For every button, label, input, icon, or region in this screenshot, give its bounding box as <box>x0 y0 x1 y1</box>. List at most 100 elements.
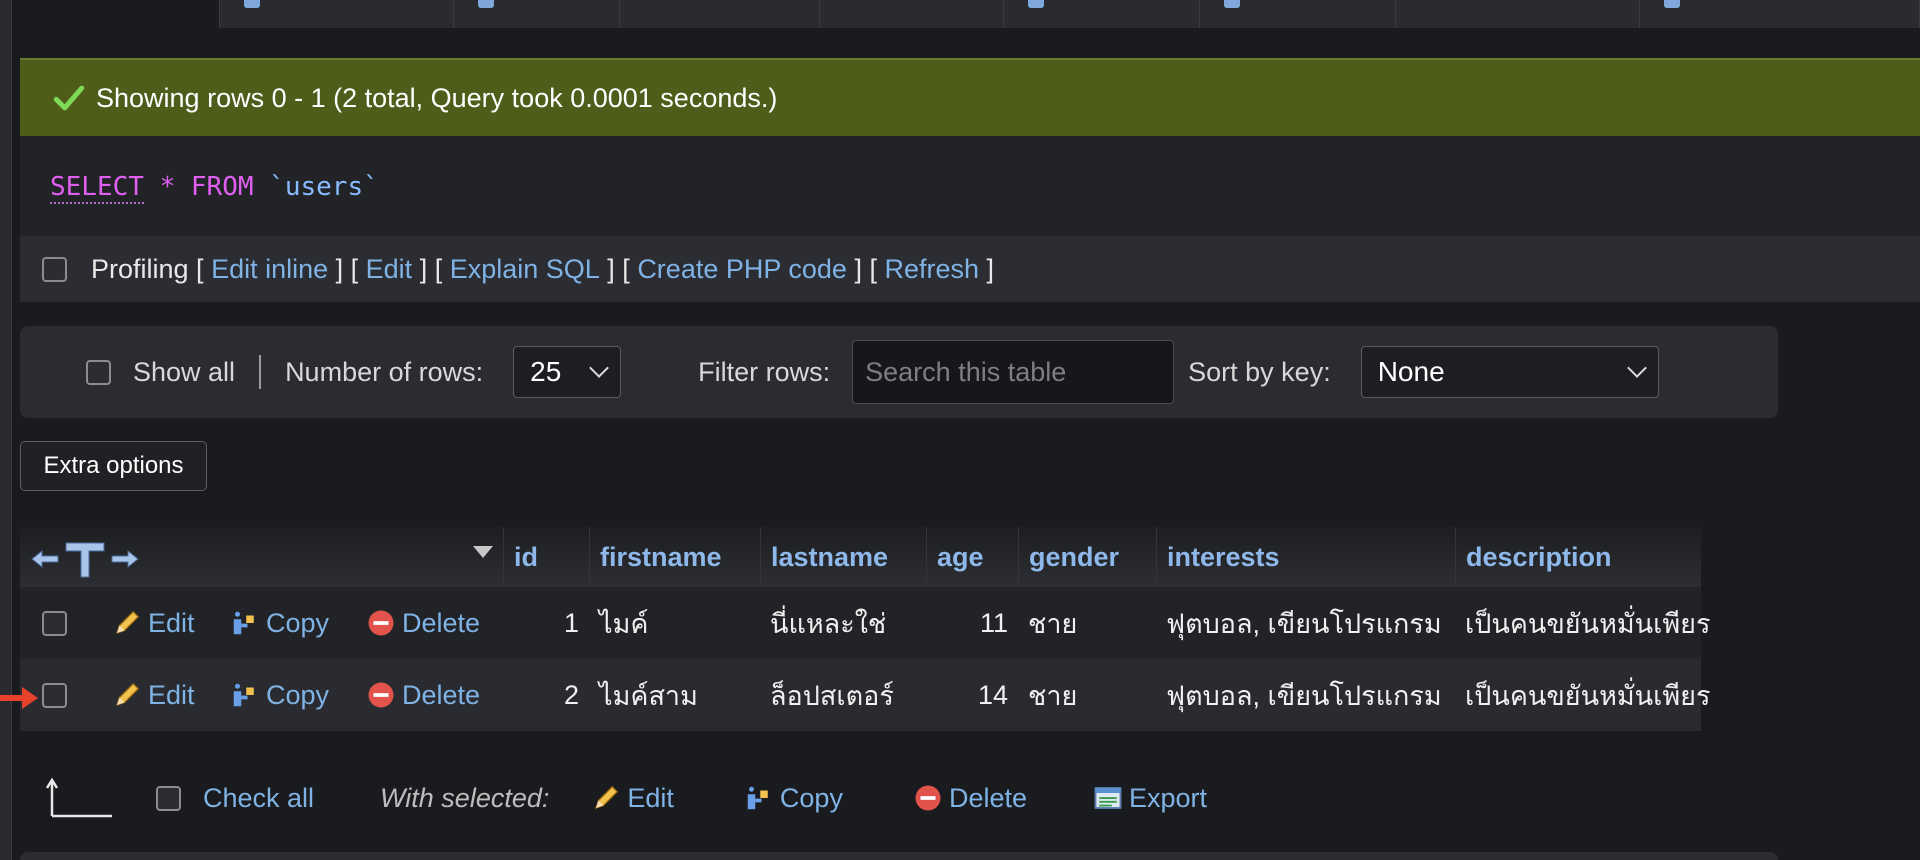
table-row: Edit Copy Delete 1 ไมค์ นี่แหละใช่ 11 ชา… <box>20 587 1710 659</box>
row-edit-action[interactable]: Edit <box>112 587 195 659</box>
tab-insert[interactable] <box>820 0 1004 28</box>
column-header-description[interactable]: description <box>1455 527 1701 587</box>
bulk-delete-label: Delete <box>948 782 1027 813</box>
sql-star: * <box>159 172 176 202</box>
edit-inline-link[interactable]: Edit inline <box>211 254 328 285</box>
refresh-link[interactable]: Refresh <box>884 254 979 285</box>
cell-id[interactable]: 2 <box>503 659 579 731</box>
extra-options-button[interactable]: Extra options <box>20 441 207 491</box>
show-all-checkbox[interactable] <box>86 359 111 385</box>
rows-per-page-select[interactable]: 25 <box>513 346 622 398</box>
delete-label: Delete <box>402 679 481 710</box>
cell-interests[interactable]: ฟุตบอล, เขียนโปรแกรม <box>1166 659 1442 731</box>
row-edit-action[interactable]: Edit <box>112 659 195 731</box>
bulk-actions-bar: Check all With selected: Edit Copy Delet… <box>20 770 1420 826</box>
sql-keyword-from: FROM <box>190 172 254 202</box>
bulk-copy-button[interactable]: Copy <box>744 770 843 826</box>
filter-rows-input[interactable] <box>852 340 1175 404</box>
bracket: ] [ <box>328 253 366 284</box>
tab-export[interactable] <box>1004 0 1200 28</box>
left-rail <box>0 0 12 860</box>
profiling-checkbox[interactable] <box>42 256 67 282</box>
query-success-message: Showing rows 0 - 1 (2 total, Query took … <box>20 58 1920 136</box>
status-message: Showing rows 0 - 1 (2 total, Query took … <box>96 82 778 113</box>
with-selected-label: With selected: <box>380 782 550 813</box>
column-header-age[interactable]: age <box>926 527 1018 587</box>
bracket: ] [ <box>412 253 450 284</box>
column-resize-icon[interactable] <box>30 537 140 579</box>
delete-label: Delete <box>402 607 481 638</box>
bulk-edit-label: Edit <box>627 782 674 813</box>
column-header-id[interactable]: id <box>503 527 589 587</box>
tab-privileges[interactable] <box>1396 0 1640 28</box>
edit-label: Edit <box>148 679 195 710</box>
delete-icon <box>915 785 941 811</box>
cell-description[interactable]: เป็นคนขยันหมั่นเพียร <box>1465 659 1710 731</box>
cell-firstname[interactable]: ไมค์ <box>599 587 648 659</box>
cell-gender[interactable]: ชาย <box>1028 659 1077 731</box>
bracket: ] [ <box>599 253 638 284</box>
bulk-export-button[interactable]: Export <box>1093 770 1207 826</box>
bracket: [ <box>188 253 212 284</box>
copy-label: Copy <box>266 607 330 638</box>
column-header-firstname[interactable]: firstname <box>589 527 760 587</box>
sort-by-key-select[interactable]: None <box>1360 346 1659 398</box>
cell-gender[interactable]: ชาย <box>1028 587 1077 659</box>
tab-icon <box>1664 0 1680 8</box>
cell-id[interactable]: 1 <box>503 587 579 659</box>
cell-firstname[interactable]: ไมค์สาม <box>599 659 698 731</box>
tab-search[interactable] <box>620 0 820 28</box>
column-header-gender[interactable]: gender <box>1018 527 1156 587</box>
cell-lastname[interactable]: ล็อปสเตอร์ <box>770 659 894 731</box>
column-header-interests[interactable]: interests <box>1156 527 1455 587</box>
tab-browse[interactable] <box>12 0 220 28</box>
results-table: id firstname lastname age gender interes… <box>20 527 1710 731</box>
pencil-icon <box>116 682 140 706</box>
explain-sql-link[interactable]: Explain SQL <box>450 254 600 285</box>
tab-sql[interactable] <box>454 0 620 28</box>
create-php-code-link[interactable]: Create PHP code <box>637 254 847 285</box>
cell-interests[interactable]: ฟุตบอล, เขียนโปรแกรม <box>1166 587 1442 659</box>
bracket: ] <box>979 253 995 284</box>
chevron-down-icon <box>589 358 610 378</box>
profiling-label: Profiling <box>91 253 189 284</box>
tab-structure[interactable] <box>220 0 454 28</box>
sql-query-display: SELECT * FROM `users` <box>20 136 1920 236</box>
sql-code: SELECT * FROM `users` <box>50 172 379 204</box>
profiling-bar: Profiling [ Edit inline ] [ Edit ] [ Exp… <box>20 236 1920 302</box>
edit-link[interactable]: Edit <box>366 254 413 285</box>
pencil-icon <box>595 785 619 809</box>
bulk-copy-label: Copy <box>779 782 843 813</box>
cell-age[interactable]: 11 <box>926 587 1008 659</box>
bulk-delete-button[interactable]: Delete <box>913 770 1027 826</box>
sql-keyword-select[interactable]: SELECT <box>50 172 144 204</box>
bulk-edit-button[interactable]: Edit <box>591 770 674 826</box>
row-delete-action[interactable]: Delete <box>366 659 480 731</box>
column-header-lastname[interactable]: lastname <box>760 527 926 587</box>
tab-import[interactable] <box>1200 0 1396 28</box>
check-icon <box>53 85 85 111</box>
show-all-label[interactable]: Show all <box>133 357 235 388</box>
row-copy-action[interactable]: Copy <box>230 587 329 659</box>
tab-icon <box>478 0 494 8</box>
sort-by-key-label: Sort by key: <box>1188 356 1331 387</box>
check-all-link[interactable]: Check all <box>203 783 314 814</box>
row-checkbox[interactable] <box>42 683 67 708</box>
sort-dropdown-icon[interactable] <box>472 545 494 559</box>
check-all-checkbox[interactable] <box>156 785 181 811</box>
export-icon <box>1094 787 1122 809</box>
bottom-panel-edge <box>20 852 1778 860</box>
row-copy-action[interactable]: Copy <box>230 659 329 731</box>
edit-label: Edit <box>148 607 195 638</box>
tab-operations[interactable] <box>1640 0 1920 28</box>
sort-by-key-value: None <box>1377 356 1445 387</box>
row-delete-action[interactable]: Delete <box>366 587 480 659</box>
table-row: Edit Copy Delete 2 ไมค์สาม ล็อปสเตอร์ 14… <box>20 659 1710 731</box>
sql-table-name: `users` <box>269 172 379 202</box>
rows-label: Number of rows: <box>285 356 484 387</box>
row-checkbox[interactable] <box>42 611 67 636</box>
tab-icon <box>1224 0 1240 8</box>
cell-description[interactable]: เป็นคนขยันหมั่นเพียร <box>1465 587 1710 659</box>
cell-lastname[interactable]: นี่แหละใช่ <box>770 587 886 659</box>
cell-age[interactable]: 14 <box>926 659 1008 731</box>
